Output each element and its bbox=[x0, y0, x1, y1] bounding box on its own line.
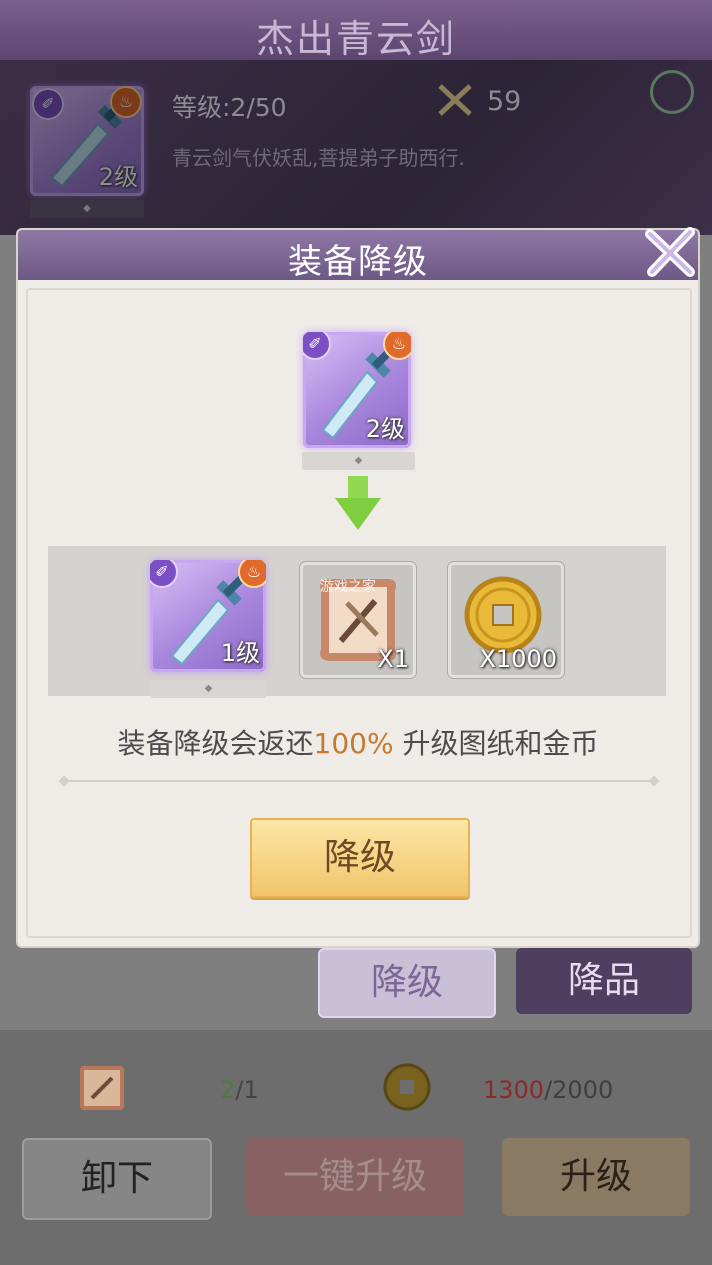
one-click-upgrade-button[interactable]: 一键升级 bbox=[246, 1138, 464, 1216]
scroll-count: 2/1 bbox=[220, 1076, 259, 1104]
downgrade-notice: 装备降级会返还100% 升级图纸和金币 bbox=[117, 727, 599, 760]
tab-downgrade[interactable]: 降级 bbox=[318, 948, 496, 1018]
reward-item-sword[interactable]: ✐ ♨ 1级 bbox=[150, 560, 266, 672]
crossed-swords-icon bbox=[438, 84, 472, 116]
item-slot-bar: ◆ bbox=[302, 452, 415, 470]
downgrade-dialog: 装备降级 ✐ ♨ 2级 ◆ ✐ ♨ 1级 ◆ X1 X1000 游戏之家 装备降… bbox=[18, 227, 698, 946]
item-level-badge: 2级 bbox=[98, 163, 138, 191]
close-icon[interactable] bbox=[640, 224, 700, 280]
item-description: 青云剑气伏妖乱,菩提弟子助西行. bbox=[172, 146, 465, 170]
scroll-icon bbox=[80, 1066, 124, 1110]
reward-item-coin[interactable]: X1000 bbox=[448, 562, 564, 678]
fire-element-icon: ♨ bbox=[110, 86, 142, 118]
current-item-icon[interactable]: ✐ ♨ 2级 bbox=[303, 332, 411, 448]
dialog-title: 装备降级 bbox=[288, 242, 428, 282]
divider bbox=[58, 775, 660, 787]
reward-label: X1 bbox=[377, 645, 409, 673]
upgrade-button[interactable]: 升级 bbox=[502, 1138, 690, 1216]
arrow-down-icon bbox=[335, 476, 381, 530]
coin-icon bbox=[383, 1063, 431, 1111]
equipped-item-icon[interactable]: ✐ ♨ 2级 bbox=[30, 86, 144, 196]
current-item-level: 2级 bbox=[365, 415, 405, 443]
item-slot-bar: ◆ bbox=[30, 200, 144, 218]
share-icon[interactable] bbox=[650, 70, 694, 114]
reward-label: 1级 bbox=[220, 639, 260, 667]
weapon-type-icon: ✐ bbox=[32, 88, 64, 120]
item-level-text: 等级:2/50 bbox=[172, 93, 287, 122]
page-title: 杰出青云剑 bbox=[255, 17, 456, 61]
confirm-downgrade-button[interactable]: 降级 bbox=[250, 818, 470, 898]
item-slot-bar: ◆ bbox=[151, 680, 266, 698]
combat-power-value: 59 bbox=[487, 86, 522, 117]
reward-label: X1000 bbox=[479, 645, 557, 673]
unload-button[interactable]: 卸下 bbox=[22, 1138, 212, 1220]
watermark-text: 游戏之家 bbox=[320, 579, 376, 595]
coin-count: 1300/2000 bbox=[483, 1076, 614, 1104]
tab-degrade-quality[interactable]: 降品 bbox=[516, 948, 692, 1014]
